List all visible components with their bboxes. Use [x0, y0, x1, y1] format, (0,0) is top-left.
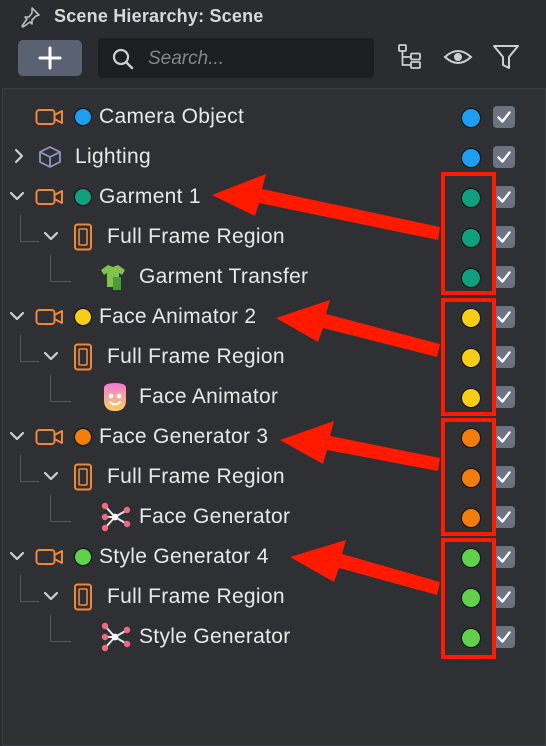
hierarchy-icon[interactable] — [396, 42, 426, 72]
checkmark-icon — [497, 111, 511, 123]
chevron-down-icon[interactable] — [7, 186, 27, 206]
checkmark-icon — [497, 471, 511, 483]
tree-item-label: Style Generator 4 — [99, 545, 269, 568]
layer-color-dot — [74, 308, 92, 326]
annotation-highlight-box — [441, 538, 496, 659]
layer-color-dot — [74, 108, 92, 126]
enabled-checkbox[interactable] — [493, 386, 515, 408]
annotation-highlight-box — [441, 418, 496, 536]
neural-network-icon — [101, 622, 131, 652]
checkmark-icon — [497, 191, 511, 203]
enabled-checkbox[interactable] — [493, 106, 515, 128]
enabled-checkbox[interactable] — [493, 426, 515, 448]
annotation-highlight-box — [441, 172, 496, 295]
search-box[interactable] — [98, 38, 374, 78]
layer-dot[interactable] — [461, 108, 481, 128]
layer-color-dot — [74, 548, 92, 566]
checkmark-icon — [497, 551, 511, 563]
checkmark-icon — [497, 511, 511, 523]
enabled-checkbox[interactable] — [493, 226, 515, 248]
device-frame-icon — [74, 583, 92, 611]
checkmark-icon — [497, 151, 511, 163]
enabled-checkbox[interactable] — [493, 506, 515, 528]
enabled-checkbox[interactable] — [493, 186, 515, 208]
enabled-checkbox[interactable] — [493, 306, 515, 328]
pin-icon[interactable] — [18, 5, 42, 29]
layer-color-dot — [74, 188, 92, 206]
tree-item-label: Garment 1 — [99, 185, 201, 208]
tree-item-label: Face Animator — [139, 385, 279, 408]
tree-row-camera-object[interactable]: Camera Object — [3, 97, 545, 137]
chevron-down-icon[interactable] — [41, 586, 61, 606]
tree-item-label: Full Frame Region — [107, 345, 285, 368]
enabled-checkbox[interactable] — [493, 466, 515, 488]
tree-item-label: Camera Object — [99, 105, 245, 128]
search-icon — [112, 48, 134, 70]
tree-item-label: Garment Transfer — [139, 265, 309, 288]
camera-icon — [35, 429, 63, 445]
chevron-down-icon[interactable] — [41, 466, 61, 486]
enabled-checkbox[interactable] — [493, 626, 515, 648]
neural-network-icon — [101, 502, 131, 532]
enabled-checkbox[interactable] — [493, 346, 515, 368]
filter-icon[interactable] — [491, 42, 521, 72]
chevron-down-icon[interactable] — [41, 226, 61, 246]
tree-item-label: Full Frame Region — [107, 225, 285, 248]
checkmark-icon — [497, 231, 511, 243]
chevron-down-icon[interactable] — [7, 306, 27, 326]
annotation-highlight-box — [441, 298, 496, 416]
device-frame-icon — [74, 223, 92, 251]
camera-icon — [35, 309, 63, 325]
tree-row-lighting[interactable]: Lighting — [3, 137, 545, 177]
hierarchy-toolbar — [0, 36, 546, 82]
enabled-checkbox[interactable] — [493, 546, 515, 568]
layer-dot[interactable] — [461, 148, 481, 168]
cube-icon — [39, 146, 61, 168]
plus-icon — [38, 46, 62, 70]
tree-item-label: Face Generator — [139, 505, 291, 528]
panel-title: Scene Hierarchy: Scene — [54, 6, 264, 26]
search-input[interactable] — [146, 44, 370, 74]
chevron-down-icon[interactable] — [7, 546, 27, 566]
chevron-right-icon[interactable] — [9, 146, 29, 166]
checkmark-icon — [497, 631, 511, 643]
camera-icon — [35, 189, 63, 205]
tree-item-label: Face Animator 2 — [99, 305, 257, 328]
tree-item-label: Style Generator — [139, 625, 291, 648]
layer-color-dot — [74, 428, 92, 446]
checkmark-icon — [497, 271, 511, 283]
tree-item-label: Full Frame Region — [107, 585, 285, 608]
tree-item-label: Lighting — [75, 145, 151, 168]
chevron-down-icon[interactable] — [41, 346, 61, 366]
enabled-checkbox[interactable] — [493, 586, 515, 608]
device-frame-icon — [74, 463, 92, 491]
device-frame-icon — [74, 343, 92, 371]
checkmark-icon — [497, 351, 511, 363]
camera-icon — [35, 549, 63, 565]
checkmark-icon — [497, 431, 511, 443]
add-object-button[interactable] — [18, 40, 82, 76]
enabled-checkbox[interactable] — [493, 266, 515, 288]
scene-hierarchy-panel: Scene Hierarchy: Scene Search... Camera … — [0, 0, 546, 746]
garment-icon — [101, 265, 125, 290]
tree-item-label: Full Frame Region — [107, 465, 285, 488]
checkmark-icon — [497, 391, 511, 403]
chevron-down-icon[interactable] — [7, 426, 27, 446]
panel-titlebar: Scene Hierarchy: Scene — [0, 0, 546, 32]
enabled-checkbox[interactable] — [493, 146, 515, 168]
checkmark-icon — [497, 311, 511, 323]
tree-item-label: Face Generator 3 — [99, 425, 269, 448]
checkmark-icon — [497, 591, 511, 603]
camera-icon — [35, 109, 63, 125]
eye-icon[interactable] — [443, 42, 473, 72]
face-animator-icon — [104, 383, 126, 411]
